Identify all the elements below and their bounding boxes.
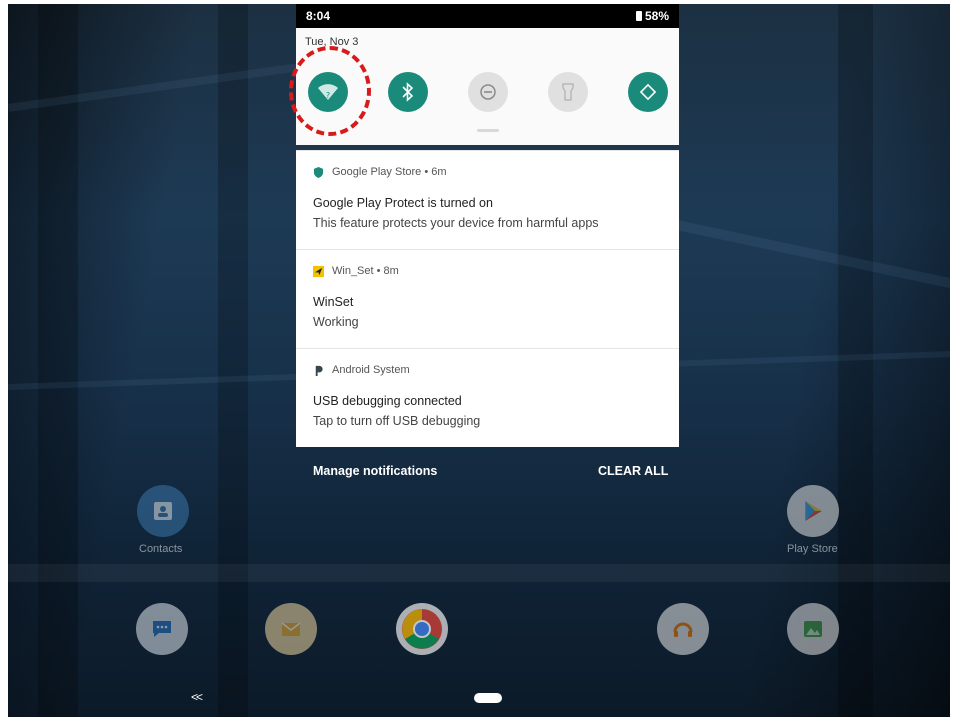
status-time: 8:04 [306,9,331,23]
contacts-icon[interactable] [137,485,189,537]
play-store-label: Play Store [787,543,838,555]
bluetooth-tile[interactable] [388,72,428,112]
manage-notifications-button[interactable]: Manage notifications [313,464,437,478]
bluetooth-icon [402,82,414,102]
notification-text: This feature protects your device from h… [313,216,599,230]
status-bar: 8:04 58% [296,4,679,28]
email-icon[interactable] [265,603,317,655]
clear-all-button[interactable]: CLEAR ALL [598,464,668,478]
flashlight-icon [562,83,574,101]
auto-rotate-tile[interactable] [628,72,668,112]
flashlight-tile[interactable] [548,72,588,112]
chrome-icon[interactable] [396,603,448,655]
contacts-label: Contacts [139,543,183,555]
notification-app-name: Win_Set • 8m [332,265,399,277]
shield-icon [313,166,324,178]
music-icon[interactable] [657,603,709,655]
notification-text: Tap to turn off USB debugging [313,414,481,428]
android-system-icon [315,365,323,376]
notification-title: WinSet [313,295,354,309]
gallery-icon[interactable] [787,603,839,655]
notification-card[interactable]: Google Play Store • 6m Google Play Prote… [296,150,679,249]
home-button[interactable] [474,693,502,703]
notification-app-row: Google Play Store • 6m [313,166,447,178]
notification-card[interactable]: Win_Set • 8m WinSet Working [296,249,679,348]
notification-app-name: Android System [332,364,410,376]
wifi-highlight-circle [289,46,371,136]
dnd-tile[interactable] [468,72,508,112]
winset-icon [313,265,324,277]
battery-indicator: 58% [635,9,669,23]
notification-app-row: Android System [313,364,410,376]
messages-icon[interactable] [136,603,188,655]
play-store-icon[interactable] [787,485,839,537]
battery-icon [635,11,642,21]
dnd-icon [480,84,496,100]
qs-expand-handle[interactable] [477,129,499,132]
notification-app-row: Win_Set • 8m [313,265,399,277]
back-button[interactable]: << [191,690,203,704]
rotate-icon [639,83,657,101]
notification-title: Google Play Protect is turned on [313,196,493,210]
notification-text: Working [313,315,359,329]
notification-card[interactable]: Android System USB debugging connected T… [296,348,679,447]
battery-percent: 58% [644,9,669,23]
notification-app-name: Google Play Store • 6m [332,166,447,178]
notification-title: USB debugging connected [313,394,462,408]
